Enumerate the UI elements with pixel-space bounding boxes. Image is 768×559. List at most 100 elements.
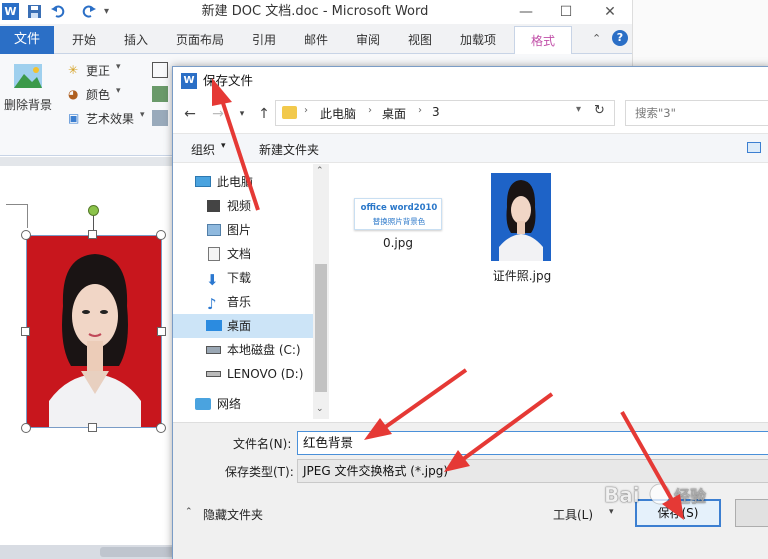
selected-photo[interactable] (26, 235, 162, 428)
desktop-icon (206, 320, 222, 331)
resize-handle[interactable] (21, 327, 30, 336)
nav-label: 桌面 (227, 319, 252, 333)
nav-network[interactable]: 网络 (173, 392, 313, 416)
tab-references[interactable]: 引用 (242, 26, 286, 54)
address-dropdown-icon[interactable]: ▾ (576, 104, 581, 115)
tab-addins[interactable]: 加载项 (450, 26, 506, 54)
nav-desktop[interactable]: 桌面 (173, 314, 313, 338)
undo-icon[interactable] (50, 3, 67, 20)
search-input[interactable]: 搜索"3" (625, 100, 768, 126)
tab-mailings[interactable]: 邮件 (294, 26, 338, 54)
change-picture-icon[interactable] (152, 86, 168, 102)
word-logo-icon: W (2, 3, 19, 20)
tab-insert[interactable]: 插入 (114, 26, 158, 54)
collapse-ribbon-icon[interactable]: ⌃ (592, 32, 601, 45)
corrections-icon: ✳ (68, 63, 79, 77)
corrections-button[interactable]: 更正 (86, 62, 110, 79)
title-bar: W ▾ 新建 DOC 文档.doc - Microsoft Word — ☐ ✕ (0, 0, 632, 24)
scroll-down-icon[interactable]: ⌄ (316, 404, 324, 414)
nav-videos[interactable]: 视频 (173, 194, 313, 218)
breadcrumb-desktop[interactable]: 桌面 (382, 105, 406, 122)
resize-handle[interactable] (88, 230, 97, 239)
redo-icon[interactable] (80, 3, 97, 20)
tab-home[interactable]: 开始 (62, 26, 106, 54)
back-arrow-icon[interactable]: ← (179, 103, 201, 125)
margin-marker (27, 204, 28, 228)
nav-pictures[interactable]: 图片 (173, 218, 313, 242)
navigation-bar: ← → ▾ ↑ › 此电脑 › 桌面 › 3 ▾ ↻ 搜索"3" (173, 97, 768, 131)
chevron-right-icon: › (368, 105, 372, 116)
resize-handle[interactable] (156, 423, 166, 433)
tab-review[interactable]: 审阅 (346, 26, 390, 54)
thumbnail-text: office word2010 (360, 203, 438, 213)
customize-quick-access-icon[interactable]: ▾ (104, 3, 121, 20)
filetype-label: 保存类型(T): (225, 465, 294, 479)
music-icon: ♪ (207, 295, 217, 313)
address-bar[interactable]: › 此电脑 › 桌面 › 3 ▾ ↻ (275, 100, 615, 126)
tab-view[interactable]: 视图 (398, 26, 442, 54)
nav-label: 图片 (227, 223, 252, 237)
color-button[interactable]: 颜色 (86, 86, 110, 103)
recent-locations-icon[interactable]: ▾ (231, 103, 253, 125)
watermark-logo: Bai 经验 (600, 474, 730, 514)
breadcrumb-folder-3[interactable]: 3 (432, 105, 440, 119)
forward-arrow-icon[interactable]: → (207, 103, 229, 125)
close-button[interactable]: ✕ (590, 0, 630, 24)
background-window (632, 0, 768, 66)
nav-documents[interactable]: 文档 (173, 242, 313, 266)
network-icon (195, 398, 211, 410)
nav-label: 网络 (217, 397, 242, 411)
nav-downloads[interactable]: ⬇ 下载 (173, 266, 313, 290)
filename-label: 文件名(N): (233, 437, 292, 451)
view-options-icon[interactable] (747, 142, 761, 153)
navigation-pane: 此电脑 视频 图片 文档 ⬇ 下载 ♪ 音乐 桌面 本地磁盘 (C:) LENO… (173, 164, 329, 419)
nav-local-disk-c[interactable]: 本地磁盘 (C:) (173, 338, 313, 362)
file-thumbnail-id-photo[interactable] (491, 173, 551, 261)
chevron-down-icon: ▾ (140, 110, 145, 120)
nav-music[interactable]: ♪ 音乐 (173, 290, 313, 314)
resize-handle[interactable] (88, 423, 97, 432)
file-thumbnail-0[interactable]: office word2010 替换照片背景色 (354, 198, 442, 230)
chevron-up-icon: ⌃ (185, 507, 193, 517)
resize-handle[interactable] (21, 230, 31, 240)
color-icon: ◕ (68, 87, 79, 101)
resize-handle[interactable] (157, 327, 166, 336)
file-name-id-photo[interactable]: 证件照.jpg (480, 267, 564, 284)
up-arrow-icon[interactable]: ↑ (253, 103, 275, 125)
organize-button[interactable]: 组织 (191, 141, 215, 158)
tools-menu[interactable]: 工具(L) (553, 505, 593, 525)
maximize-button[interactable]: ☐ (546, 0, 586, 24)
help-icon[interactable]: ? (612, 30, 628, 46)
remove-background-icon[interactable] (10, 62, 46, 92)
refresh-icon[interactable]: ↻ (594, 103, 605, 118)
tab-file[interactable]: 文件 (0, 26, 54, 54)
drive-icon (206, 346, 221, 354)
nav-scrollbar-thumb[interactable] (315, 264, 327, 392)
artistic-effects-button[interactable]: 艺术效果 (86, 110, 134, 127)
nav-lenovo-d[interactable]: LENOVO (D:) (173, 362, 313, 386)
filename-input[interactable]: 红色背景 (297, 431, 768, 455)
reset-picture-icon[interactable] (152, 110, 168, 126)
file-list: office word2010 替换照片背景色 0.jpg 证件照.jpg (330, 164, 768, 419)
tab-format[interactable]: 格式 (514, 26, 572, 54)
dialog-title: 保存文件 (203, 73, 254, 88)
nav-this-pc[interactable]: 此电脑 (173, 170, 313, 194)
save-icon[interactable] (26, 3, 43, 20)
hide-folders-toggle[interactable]: 隐藏文件夹 (203, 505, 263, 525)
tab-page-layout[interactable]: 页面布局 (166, 26, 234, 54)
svg-text:Bai: Bai (604, 483, 640, 507)
breadcrumb-this-pc[interactable]: 此电脑 (320, 105, 356, 122)
rotate-handle[interactable] (88, 205, 99, 216)
new-folder-button[interactable]: 新建文件夹 (259, 141, 319, 158)
file-name-0[interactable]: 0.jpg (354, 236, 442, 250)
remove-background-button[interactable]: 删除背景 (4, 96, 52, 113)
cancel-button[interactable] (735, 499, 768, 527)
minimize-button[interactable]: — (506, 0, 546, 24)
word-logo-icon: W (181, 73, 197, 89)
resize-handle[interactable] (156, 230, 166, 240)
margin-marker (6, 204, 28, 205)
scroll-up-icon[interactable]: ⌃ (316, 166, 324, 176)
chevron-down-icon: ▾ (116, 86, 121, 96)
resize-handle[interactable] (21, 423, 31, 433)
compress-pictures-icon[interactable] (152, 62, 168, 78)
